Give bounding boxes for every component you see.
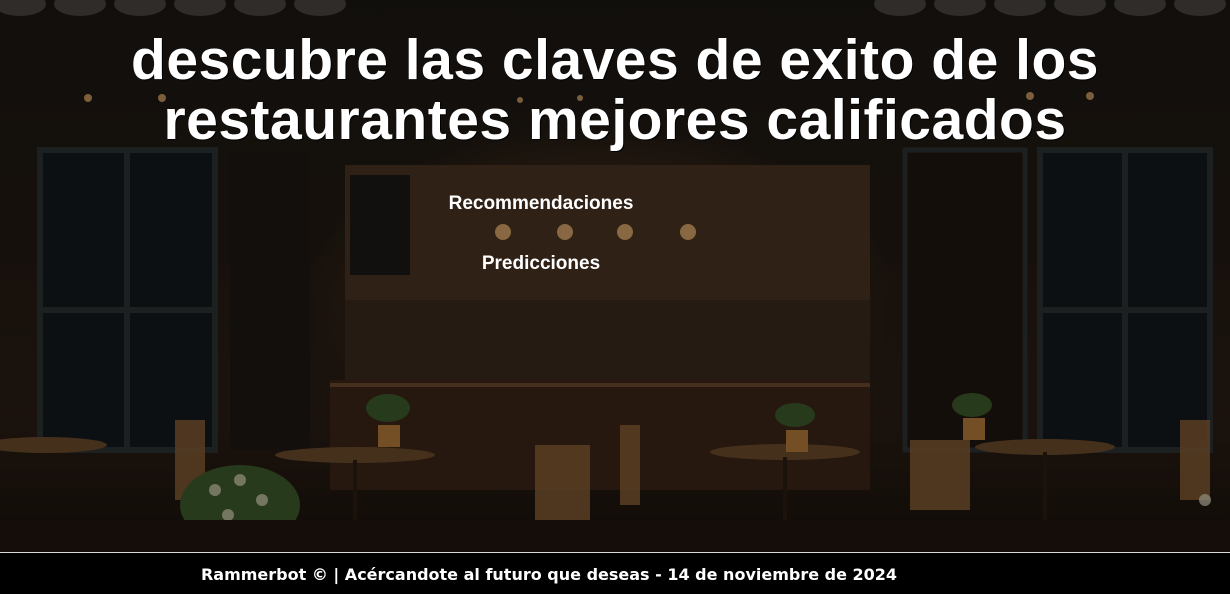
- page-title: descubre las claves de exito de los rest…: [0, 30, 1230, 150]
- hero-section: descubre las claves de exito de los rest…: [0, 0, 1230, 552]
- title-line-1: descubre las claves de exito de los: [131, 28, 1099, 92]
- nav-link-predicciones[interactable]: Predicciones: [411, 250, 671, 278]
- footer-text: Rammerbot © | Acércandote al futuro que …: [200, 565, 898, 584]
- title-line-2: restaurantes mejores calificados: [163, 88, 1067, 152]
- page: descubre las claves de exito de los rest…: [0, 0, 1230, 594]
- main-nav: Recommendaciones Predicciones: [0, 190, 1082, 310]
- footer: Rammerbot © | Acércandote al futuro que …: [0, 552, 1230, 594]
- nav-link-recommendaciones[interactable]: Recommendaciones: [411, 190, 671, 218]
